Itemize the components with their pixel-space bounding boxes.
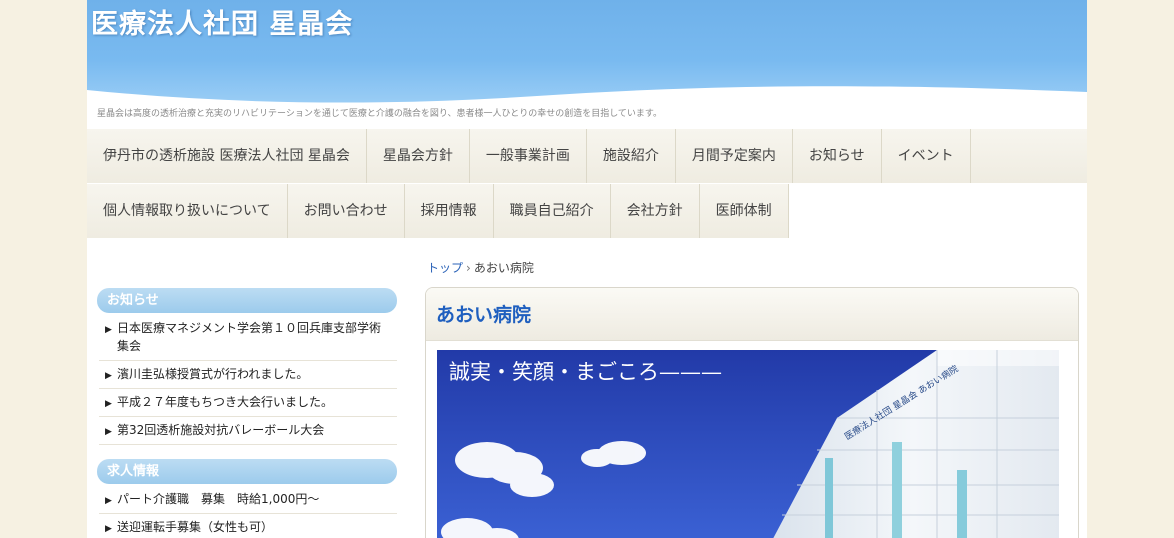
site-header: 医療法人社団 星晶会 星晶会は高度の透析治療と充実のリハビリテーションを通じて医…: [87, 0, 1087, 128]
nav-item-news[interactable]: お知らせ: [792, 129, 882, 183]
main-content-header: あおい病院: [426, 288, 1078, 341]
breadcrumb-current: あおい病院: [473, 261, 534, 275]
list-item[interactable]: ▶ 平成２７年度もちつき大会行いました。: [99, 389, 397, 417]
nav-item-privacy[interactable]: 個人情報取り扱いについて: [87, 184, 288, 238]
breadcrumb-separator: ›: [466, 261, 471, 275]
news-link[interactable]: 日本医療マネジメント学会第１０回兵庫支部学術集会: [117, 321, 381, 353]
breadcrumb-home-link[interactable]: トップ: [427, 261, 463, 275]
header-wave-decoration: [87, 86, 1087, 110]
nav-item-monthly-schedule[interactable]: 月間予定案内: [675, 129, 793, 183]
news-link[interactable]: 第32回透析施設対抗バレーボール大会: [117, 423, 324, 437]
news-link[interactable]: 平成２７年度もちつき大会行いました。: [117, 395, 333, 409]
sidebar-jobs-heading: 求人情報: [97, 459, 397, 484]
triangle-right-icon: ▶: [105, 371, 112, 381]
nav-item-company-policy[interactable]: 会社方針: [610, 184, 700, 238]
hero-caption: 誠実・笑顔・まごころ———: [449, 356, 722, 386]
hero-image: 医療法人社団 星晶会 あおい病院 誠実・笑顔・まごころ———: [437, 350, 1059, 538]
news-link[interactable]: 濱川圭弘様授賞式が行われました。: [117, 367, 308, 381]
job-link[interactable]: パート介護職 募集 時給1,000円～: [117, 492, 319, 506]
list-item[interactable]: ▶ 送迎運転手募集（女性も可）: [99, 514, 397, 538]
nav-item-policy[interactable]: 星晶会方針: [366, 129, 470, 183]
breadcrumb: トップ › あおい病院: [427, 259, 534, 276]
triangle-right-icon: ▶: [105, 496, 112, 506]
nav-item-contact[interactable]: お問い合わせ: [287, 184, 405, 238]
hero-caption-text: 誠実・笑顔・まごころ: [449, 360, 659, 384]
main-nav-row-1: 伊丹市の透析施設 医療法人社団 星晶会 星晶会方針 一般事業計画 施設紹介 月間…: [87, 129, 1087, 183]
triangle-right-icon: ▶: [105, 399, 112, 409]
site-title[interactable]: 医療法人社団 星晶会: [91, 2, 353, 41]
nav-item-recruit[interactable]: 採用情報: [404, 184, 494, 238]
hero-caption-rule: ———: [659, 360, 722, 384]
nav-item-facilities[interactable]: 施設紹介: [586, 129, 676, 183]
main-content-box: あおい病院 医療法人社団 星晶会 あおい病院 誠実・笑顔・まごころ———: [425, 287, 1079, 538]
site-tagline: 星晶会は高度の透析治療と充実のリハビリテーションを通じて医療と介護の融合を図り、…: [97, 109, 663, 119]
page-wrapper: 医療法人社団 星晶会 星晶会は高度の透析治療と充実のリハビリテーションを通じて医…: [87, 0, 1087, 538]
nav-item-events[interactable]: イベント: [881, 129, 971, 183]
nav-item-home[interactable]: 伊丹市の透析施設 医療法人社団 星晶会: [87, 129, 367, 183]
triangle-right-icon: ▶: [105, 325, 112, 335]
nav-item-business-plan[interactable]: 一般事業計画: [469, 129, 587, 183]
nav-item-staff-intro[interactable]: 職員自己紹介: [493, 184, 611, 238]
list-item[interactable]: ▶ 日本医療マネジメント学会第１０回兵庫支部学術集会: [99, 315, 397, 361]
main-nav-row-2: 個人情報取り扱いについて お問い合わせ 採用情報 職員自己紹介 会社方針 医師体…: [87, 184, 1087, 238]
job-link[interactable]: 送迎運転手募集（女性も可）: [117, 520, 273, 534]
sidebar-jobs-list: ▶ パート介護職 募集 時給1,000円～ ▶ 送迎運転手募集（女性も可）: [99, 486, 397, 538]
list-item[interactable]: ▶ パート介護職 募集 時給1,000円～: [99, 486, 397, 514]
triangle-right-icon: ▶: [105, 524, 112, 534]
triangle-right-icon: ▶: [105, 427, 112, 437]
nav-item-doctors[interactable]: 医師体制: [699, 184, 789, 238]
list-item[interactable]: ▶ 濱川圭弘様授賞式が行われました。: [99, 361, 397, 389]
page-title: あおい病院: [436, 304, 532, 326]
sidebar-news-heading: お知らせ: [97, 288, 397, 313]
sidebar-news-list: ▶ 日本医療マネジメント学会第１０回兵庫支部学術集会 ▶ 濱川圭弘様授賞式が行われま…: [99, 315, 397, 445]
list-item[interactable]: ▶ 第32回透析施設対抗バレーボール大会: [99, 417, 397, 445]
